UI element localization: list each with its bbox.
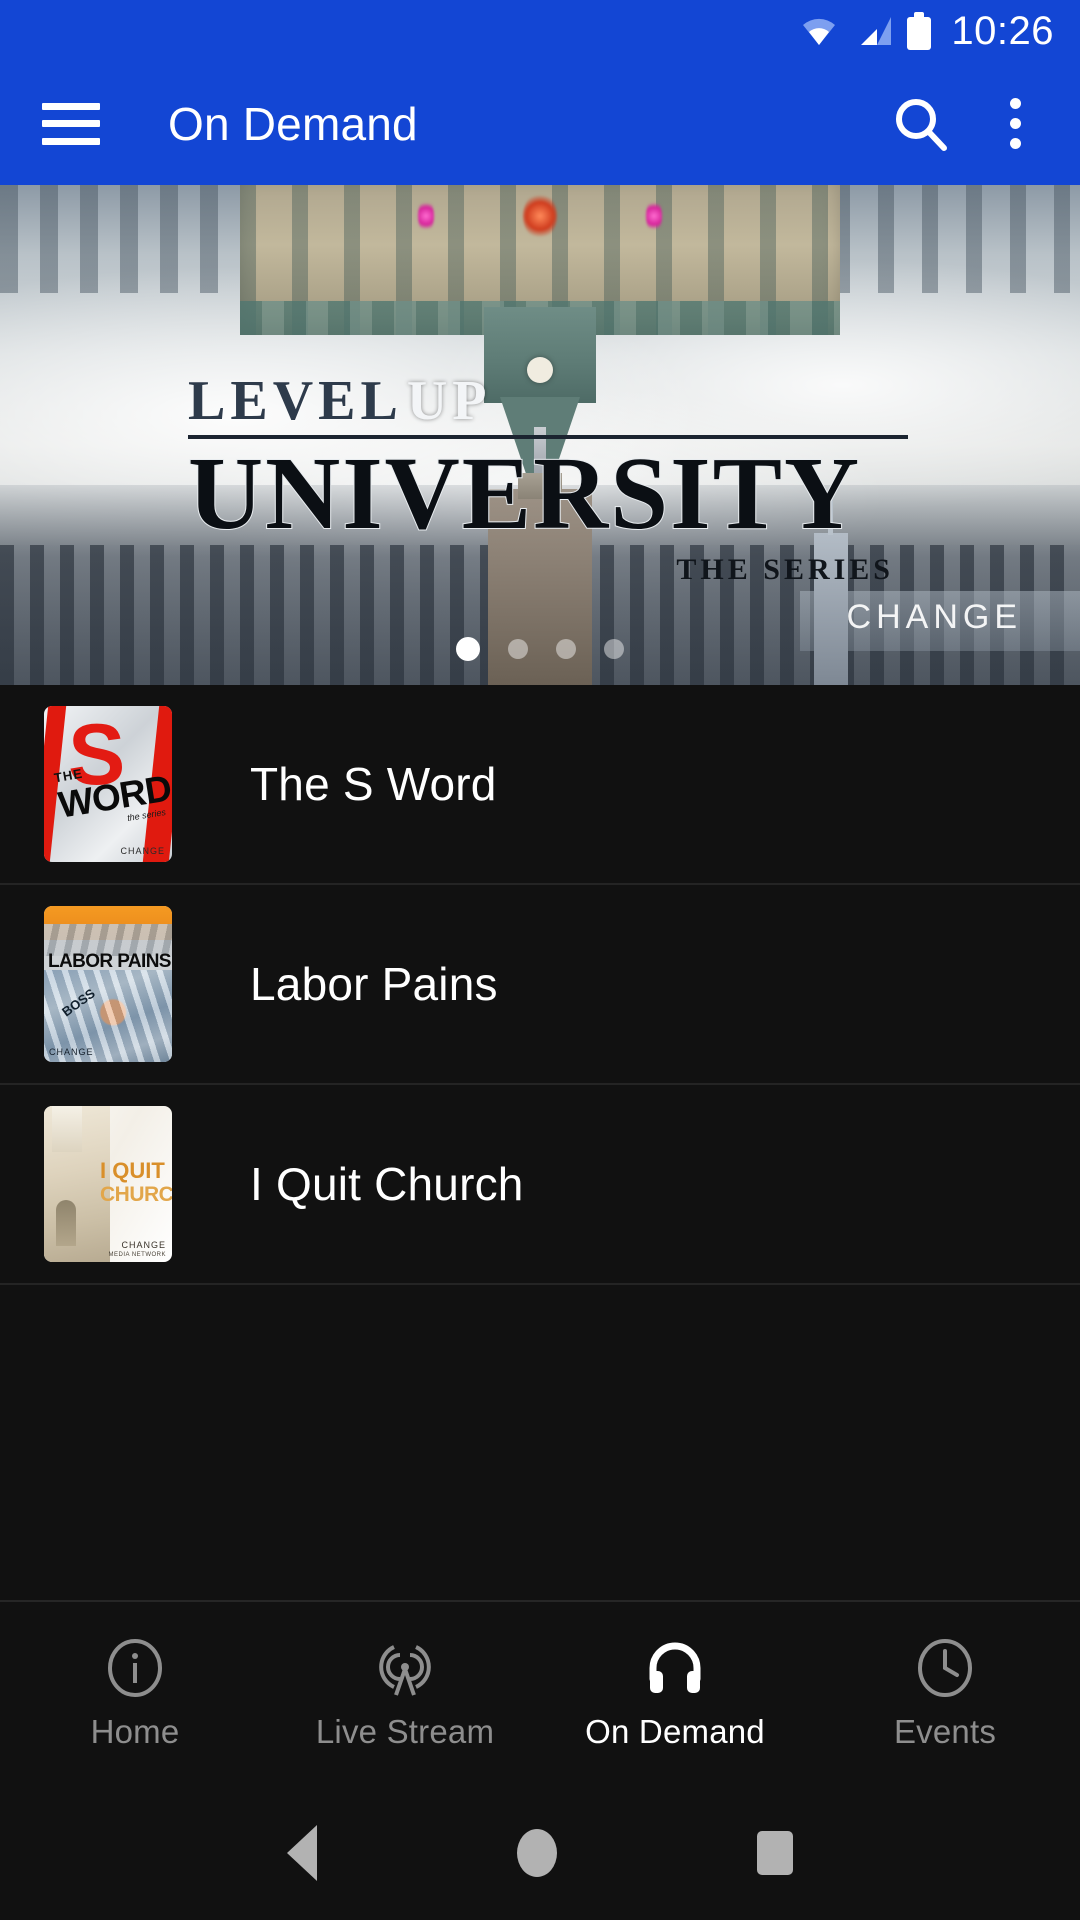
hero-title-block: LEVEL UP UNIVERSITY THE SERIES [187,373,908,587]
thumb-change-logo-sub: MEDIA NETWORK [108,1252,166,1258]
hero-up-text: UP [406,370,492,432]
thumbnail-i-quit-church: I QUIT CHURCH CHANGE MEDIA NETWORK [44,1106,172,1262]
nav-tab-home[interactable]: Home [0,1637,270,1751]
on-demand-list: S THE WORD the series CHANGE The S Word … [0,685,1080,1285]
nav-tab-live-stream[interactable]: Live Stream [270,1637,540,1751]
search-icon[interactable] [890,93,952,155]
app-bar-actions [890,93,1080,155]
carousel-page-indicator [0,637,1080,661]
status-time: 10:26 [951,9,1054,53]
carousel-dot-1[interactable] [456,637,480,661]
list-item-title: Labor Pains [250,958,498,1010]
thumbnail-labor-pains: LABOR PAINS BOSS CHANGE [44,906,172,1062]
carousel-dot-3[interactable] [556,639,576,659]
carousel-dot-4[interactable] [604,639,624,659]
list-item[interactable]: I QUIT CHURCH CHANGE MEDIA NETWORK I Qui… [0,1085,1080,1285]
carousel-dot-2[interactable] [508,639,528,659]
thumb-line-2: CHURCH [100,1183,172,1206]
list-item-title: I Quit Church [250,1158,524,1210]
hamburger-menu-icon[interactable] [42,102,100,145]
home-circle-icon[interactable] [517,1828,557,1877]
thumb-change-logo: CHANGE [49,1047,94,1057]
hero-watermark-logo: CHANGE [846,598,1022,636]
thumbnail-the-s-word: S THE WORD the series CHANGE [44,706,172,862]
page-title: On Demand [168,97,418,150]
android-system-navigation [0,1785,1080,1920]
nav-tab-label: Events [893,1712,997,1750]
headphones-icon [644,1637,706,1699]
info-circle-icon [104,1637,166,1699]
nav-tab-label: On Demand [585,1712,765,1750]
recents-square-icon[interactable] [757,1830,793,1875]
thumb-change-logo: CHANGE [120,846,165,856]
hero-level-text: LEVEL [188,370,403,432]
bottom-navigation-bar: Home Live Stream On Demand Events [0,1600,1080,1785]
nav-tab-events[interactable]: Events [810,1637,1080,1751]
overflow-menu-icon[interactable] [990,93,1040,155]
nav-tab-label: Home [90,1712,180,1750]
hero-carousel[interactable]: LEVEL UP UNIVERSITY THE SERIES CHANGE [0,185,1080,685]
app-bar: On Demand [0,62,1080,185]
battery-full-icon [907,12,932,50]
list-item[interactable]: LABOR PAINS BOSS CHANGE Labor Pains [0,885,1080,1085]
broadcast-tower-icon [374,1637,436,1699]
nav-tab-on-demand[interactable]: On Demand [540,1637,810,1751]
list-item[interactable]: S THE WORD the series CHANGE The S Word [0,685,1080,885]
nav-tab-label: Live Stream [315,1712,495,1750]
cell-signal-icon [853,15,893,47]
thumb-change-logo: CHANGE [121,1240,166,1250]
thumb-headline: LABOR PAINS [48,951,171,972]
hero-levelup-title: LEVEL UP [188,373,908,429]
back-triangle-icon[interactable] [287,1824,317,1881]
list-item-title: The S Word [250,758,497,810]
status-bar: 10:26 [0,0,1080,62]
wifi-icon [799,15,839,47]
app-root: 10:26 On Demand LEVEL UP UNIVERSITY THE … [0,0,1080,1920]
thumb-line-1: I QUIT [100,1158,165,1183]
hero-university-title: UNIVERSITY [187,436,862,551]
hero-subtitle: THE SERIES [676,552,894,586]
clock-icon [914,1637,976,1699]
